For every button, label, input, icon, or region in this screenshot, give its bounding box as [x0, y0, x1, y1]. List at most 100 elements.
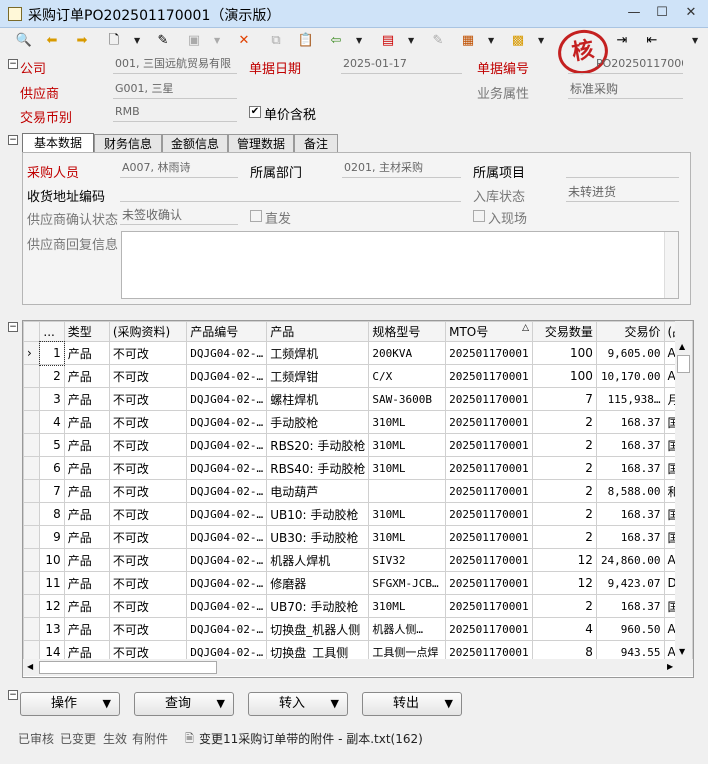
direct-ship-checkbox[interactable] [250, 210, 262, 222]
cell-qty[interactable]: 2 [531, 410, 597, 434]
cell-seq[interactable]: 9 [39, 525, 65, 549]
table-row[interactable]: 12 产品 不可改 DQJG04-02-… UB70: 手动胶枪 310ML 2025011… [23, 594, 693, 618]
cell-qty[interactable]: 2 [531, 456, 597, 480]
cell-spec[interactable]: 310ML [368, 433, 447, 457]
row-indicator[interactable] [23, 479, 41, 503]
cell-seq[interactable]: 3 [39, 387, 65, 411]
cell-product[interactable]: RBS40: 手动胶枪 [266, 456, 370, 480]
cell-spec[interactable]: 310ML [368, 456, 447, 480]
scroll-right-icon[interactable]: ▶ [667, 662, 673, 671]
cell-price[interactable]: 168.37 [595, 594, 665, 618]
table-row[interactable]: 3 产品 不可改 DQJG04-02-… 螺柱焊机 SAW-3600B 2025011700… [23, 387, 693, 411]
cell-price[interactable]: 115,938… [595, 387, 665, 411]
horizontal-scroll-thumb[interactable] [39, 661, 217, 674]
cell-mto[interactable]: 202501170001 [445, 341, 533, 365]
back-icon[interactable]: ⬅ [42, 32, 62, 50]
dept-field[interactable]: 0201, 主材采购 [342, 160, 461, 178]
cell-qty[interactable]: 100 [531, 364, 597, 388]
attachment-file-link[interactable]: 变更11采购订单带的附件 - 副本.txt(162) [199, 730, 423, 747]
cell-purchase-data[interactable]: 不可改 [108, 456, 188, 480]
row-indicator[interactable] [23, 364, 41, 388]
link-dropdown-icon[interactable]: ▼ [356, 32, 366, 50]
chart-dropdown-icon[interactable]: ▼ [538, 32, 548, 50]
cell-product-code[interactable]: DQJG04-02-… [186, 548, 268, 572]
cell-type[interactable]: 产品 [63, 364, 110, 388]
header-collapse-toggle[interactable]: − [8, 59, 18, 69]
forward-icon[interactable]: ➡ [72, 32, 92, 50]
cell-product[interactable]: 工频焊钳 [266, 364, 370, 388]
cell-purchase-data[interactable]: 不可改 [108, 387, 188, 411]
cell-qty[interactable]: 2 [531, 525, 597, 549]
grid-vertical-scrollbar[interactable]: ▲ ▼ [675, 321, 692, 659]
cell-seq[interactable]: 10 [39, 548, 65, 572]
save-dropdown-icon[interactable]: ▼ [214, 32, 224, 50]
onsite-checkbox[interactable] [473, 210, 485, 222]
cell-qty[interactable]: 2 [531, 479, 597, 503]
cell-seq[interactable]: 13 [39, 617, 65, 641]
cell-qty[interactable]: 2 [531, 502, 597, 526]
cell-spec[interactable]: 310ML [368, 410, 447, 434]
maximize-button[interactable]: ☐ [652, 4, 672, 22]
chart-icon[interactable]: ▩ [508, 32, 528, 50]
biztype-field[interactable]: 标准采购 [568, 81, 683, 99]
tab-finance[interactable]: 财务信息 [94, 134, 162, 153]
cell-price[interactable]: 168.37 [595, 433, 665, 457]
cell-seq[interactable]: 6 [39, 456, 65, 480]
cell-spec[interactable]: SFGXM-JCB… [368, 571, 447, 595]
row-indicator[interactable] [23, 410, 41, 434]
cell-spec[interactable]: 200KVA [368, 341, 447, 365]
cell-product-code[interactable]: DQJG04-02-… [186, 525, 268, 549]
operate-button[interactable]: 操作 ▼ [20, 692, 120, 716]
row-indicator[interactable] [23, 502, 41, 526]
address-field[interactable] [120, 184, 461, 202]
table-row[interactable]: 6 产品 不可改 DQJG04-02-… RBS40: 手动胶枪 310ML 2025011… [23, 456, 693, 480]
cell-product[interactable]: 手动胶枪 [266, 410, 370, 434]
scroll-up-icon[interactable]: ▲ [679, 342, 685, 351]
cell-mto[interactable]: 202501170001 [445, 594, 533, 618]
prev-icon[interactable]: ⇤ [642, 32, 662, 50]
cell-type[interactable]: 产品 [63, 548, 110, 572]
grid-header-price[interactable]: 交易价 [595, 321, 665, 342]
cell-product[interactable]: UB30: 手动胶枪 [266, 525, 370, 549]
cell-qty[interactable]: 12 [531, 548, 597, 572]
cell-product-code[interactable]: DQJG04-02-… [186, 594, 268, 618]
cell-qty[interactable]: 12 [531, 571, 597, 595]
cell-seq[interactable]: 4 [39, 410, 65, 434]
cell-mto[interactable]: 202501170001 [445, 433, 533, 457]
row-indicator[interactable] [23, 456, 41, 480]
cell-seq[interactable]: 2 [39, 364, 65, 388]
supplier-reply-textarea[interactable] [121, 231, 679, 299]
cell-product[interactable]: 电动葫芦 [266, 479, 370, 503]
table-row[interactable]: 8 产品 不可改 DQJG04-02-… UB10: 手动胶枪 310ML 20250117… [23, 502, 693, 526]
cell-price[interactable]: 24,860.00 [595, 548, 665, 572]
cell-mto[interactable]: 202501170001 [445, 525, 533, 549]
minimize-button[interactable]: — [624, 4, 644, 22]
table-row[interactable]: › 1 产品 不可改 DQJG04-02-… 工频焊机 200KVA 202501170001… [23, 340, 693, 366]
vertical-scroll-thumb[interactable] [677, 355, 690, 373]
cell-seq[interactable]: 5 [39, 433, 65, 457]
transfer-in-button[interactable]: 转入 ▼ [248, 692, 348, 716]
cell-seq[interactable]: 11 [39, 571, 65, 595]
link-icon[interactable]: ⇦ [326, 32, 346, 50]
row-indicator[interactable] [23, 525, 41, 549]
detail-collapse-toggle[interactable]: − [8, 135, 18, 145]
cell-product-code[interactable]: DQJG04-02-… [186, 502, 268, 526]
export-icon[interactable]: ✎ [428, 32, 448, 50]
tab-amount[interactable]: 金额信息 [162, 134, 228, 153]
cell-mto[interactable]: 202501170001 [445, 364, 533, 388]
close-button[interactable]: ✕ [681, 4, 701, 22]
cell-mto[interactable]: 202501170001 [445, 548, 533, 572]
cell-qty[interactable]: 2 [531, 594, 597, 618]
cell-purchase-data[interactable]: 不可改 [108, 341, 188, 365]
tab-management[interactable]: 管理数据 [228, 134, 294, 153]
cell-price[interactable]: 168.37 [595, 410, 665, 434]
cell-product-code[interactable]: DQJG04-02-… [186, 617, 268, 641]
cell-purchase-data[interactable]: 不可改 [108, 571, 188, 595]
table-row[interactable]: 7 产品 不可改 DQJG04-02-… 电动葫芦 202501170001 2 8,588.… [23, 479, 693, 503]
save-icon[interactable]: ▣ [184, 32, 204, 50]
tab-basic[interactable]: 基本数据 [22, 133, 94, 154]
cell-purchase-data[interactable]: 不可改 [108, 410, 188, 434]
cell-product-code[interactable]: DQJG04-02-… [186, 433, 268, 457]
cell-type[interactable]: 产品 [63, 525, 110, 549]
new-icon[interactable]: 🗋 [104, 32, 124, 50]
